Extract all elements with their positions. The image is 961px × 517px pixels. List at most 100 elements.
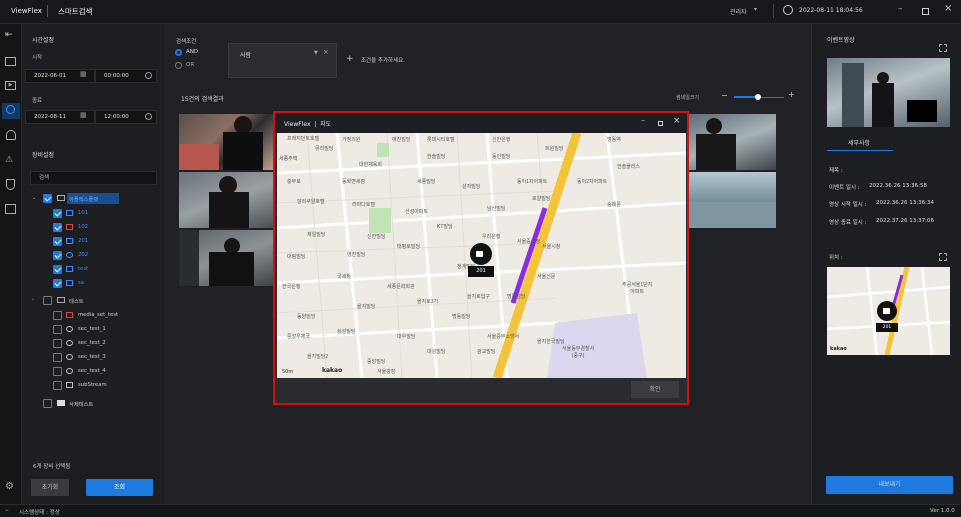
nav-sidebar: ⇤ ▶ ⚠ ⚙ [0, 24, 22, 504]
fullscreen-icon[interactable] [939, 44, 947, 52]
reset-button[interactable]: 초기화 [31, 479, 69, 496]
map-place-label: 한솔플러스 [617, 164, 641, 170]
confirm-button[interactable]: 확인 [631, 381, 679, 398]
group-checkbox[interactable] [43, 194, 52, 203]
maximize-icon[interactable] [658, 121, 663, 126]
device-label[interactable]: 102 [78, 224, 88, 230]
or-label[interactable]: OR [186, 62, 194, 68]
device-label[interactable]: media_set_test [78, 312, 118, 318]
device-checkbox[interactable] [53, 223, 62, 232]
map-place-label: 대성빌딩 [427, 349, 446, 355]
clock-icon[interactable] [145, 113, 152, 120]
close-icon[interactable]: × [673, 116, 681, 126]
device-label[interactable]: sec_test_4 [78, 368, 106, 374]
live-view-icon[interactable] [5, 57, 16, 66]
minimize-icon[interactable]: – [898, 4, 903, 14]
collapse-menu-icon[interactable]: ⇤ [5, 30, 13, 40]
camera-marker[interactable] [470, 243, 492, 265]
details-tab[interactable]: 세부사항 [848, 138, 870, 147]
map-place-label: 동아1차아파트 [517, 179, 548, 185]
device-label[interactable]: 201 [78, 238, 88, 244]
map-place-label: 라마다호텔 [352, 202, 376, 208]
map-place-label: 서울시청 [542, 244, 561, 250]
calendar-icon[interactable]: ▦ [80, 70, 87, 78]
filter-icon[interactable]: ▼ [314, 50, 318, 56]
device-checkbox[interactable] [53, 353, 62, 362]
device-checkbox[interactable] [53, 209, 62, 218]
map-place-label: 영진빌딩 [347, 252, 366, 258]
group-label[interactable]: 삭제테스트 [69, 400, 93, 408]
zoom-in-icon[interactable]: + [788, 90, 795, 99]
clock-icon[interactable] [145, 72, 152, 79]
device-checkbox[interactable] [53, 237, 62, 246]
user-menu[interactable]: 관리자 [730, 7, 747, 16]
result-thumbnail[interactable] [686, 114, 776, 170]
minimize-icon[interactable]: – [641, 116, 645, 125]
result-thumbnail[interactable] [686, 172, 776, 228]
and-label[interactable]: AND [186, 49, 198, 55]
map-place-label: 서울신문 [537, 274, 556, 280]
device-checkbox[interactable] [53, 339, 62, 348]
map-place-label: 로얄빌딩 [532, 196, 551, 202]
device-search-input[interactable]: 검색 [30, 171, 157, 185]
group-label[interactable]: 테스트 [69, 297, 84, 305]
device-checkbox[interactable] [53, 381, 62, 390]
device-label[interactable]: sec_test_3 [78, 354, 106, 360]
device-label[interactable]: 202 [78, 252, 88, 258]
or-radio[interactable] [175, 62, 182, 69]
chevron-down-icon[interactable]: ▾ [754, 6, 757, 13]
close-icon[interactable]: × [323, 48, 329, 56]
chevron-right-icon[interactable]: › [32, 297, 34, 303]
map-place-label: 남산빌딩 [487, 206, 506, 212]
add-condition-icon[interactable]: + [346, 54, 354, 64]
filter-panel: 시간설정 시작 2022-06-01 ▦ 00:00:00 종료 2022-08… [23, 24, 163, 504]
device-checkbox[interactable] [53, 311, 62, 320]
and-radio[interactable] [175, 49, 182, 56]
fullscreen-icon[interactable] [939, 253, 947, 261]
restore-icon[interactable] [922, 8, 929, 15]
device-checkbox[interactable] [53, 367, 62, 376]
condition-card[interactable]: 사람 ▼ × [228, 43, 337, 78]
gear-icon[interactable]: ⚙ [5, 481, 14, 492]
playback-icon[interactable]: ▶ [5, 81, 16, 90]
alarm-icon[interactable]: ⚠ [5, 155, 13, 165]
calendar-icon[interactable]: ▦ [80, 111, 87, 119]
map-place-label: 예진빌딩 [392, 137, 411, 143]
search-button[interactable]: 조회 [86, 479, 153, 496]
device-label[interactable]: sec_test_2 [78, 340, 106, 346]
map-icon[interactable] [5, 204, 16, 214]
device-checkbox[interactable] [53, 279, 62, 288]
shield-icon[interactable] [6, 179, 15, 190]
device-label[interactable]: sa [78, 280, 84, 286]
map-place-label: 세종주택 [279, 156, 298, 162]
bell-icon[interactable] [6, 130, 16, 140]
folder-icon [57, 195, 65, 201]
event-video-player[interactable] [827, 58, 950, 127]
result-thumbnail[interactable] [179, 114, 274, 170]
group-label[interactable]: 뷰플렉스플랫 [69, 195, 98, 203]
map-place-label: 충무로 [287, 179, 301, 185]
device-label[interactable]: sec_test_1 [78, 326, 106, 332]
poi-label: 서울동부경찰서 (중구) [562, 346, 595, 359]
chevron-down-icon[interactable]: ⌄ [32, 195, 36, 201]
device-checkbox[interactable] [53, 265, 62, 274]
search-icon[interactable] [6, 105, 15, 114]
device-label[interactable]: subStream [78, 382, 107, 388]
add-condition-label[interactable]: 조건을 추가하세요. [361, 56, 405, 64]
group-checkbox[interactable] [43, 296, 52, 305]
close-icon[interactable]: × [944, 3, 952, 14]
size-slider-handle[interactable] [755, 94, 761, 100]
device-checkbox[interactable] [53, 325, 62, 334]
device-checkbox[interactable] [53, 251, 62, 260]
results-count: 15건의 검색결과 [181, 96, 224, 103]
zoom-out-icon[interactable]: − [721, 91, 728, 100]
device-label[interactable]: 101 [78, 210, 88, 216]
device-label[interactable]: test [78, 266, 88, 272]
result-thumbnail[interactable] [179, 172, 274, 228]
camera-icon [66, 238, 73, 244]
group-checkbox[interactable] [43, 399, 52, 408]
export-button[interactable]: 내보내기 [826, 476, 953, 494]
mini-map[interactable]: 201 kakao [827, 267, 950, 355]
map-view[interactable]: 프레지던트호텔 가정의원 예진빌딩 롯데시티호텔 신한은행 트윈빌딩 명동역 세종주택 뮤리빌딩… [277, 133, 686, 378]
result-thumbnail[interactable] [179, 230, 274, 286]
